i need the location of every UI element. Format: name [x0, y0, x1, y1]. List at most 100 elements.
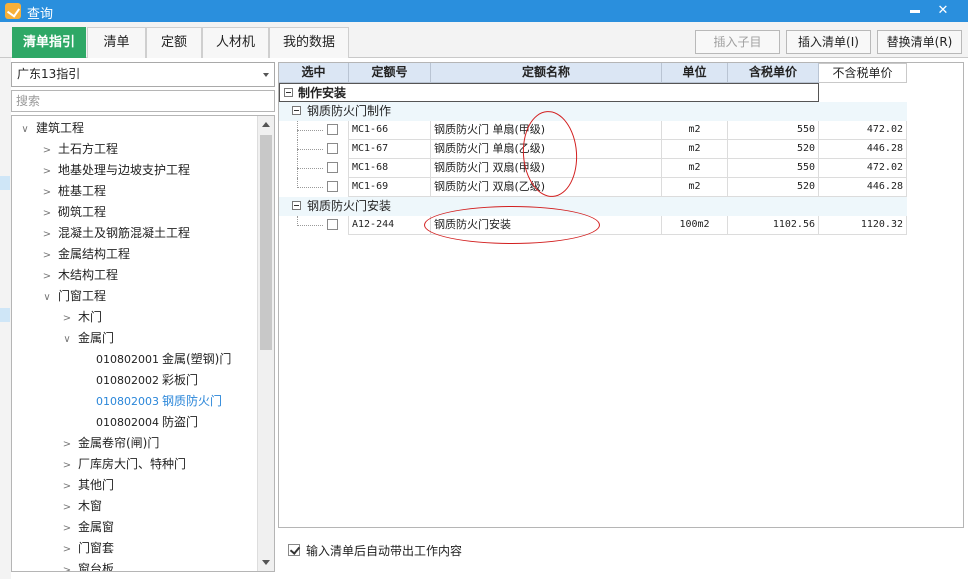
tree-leaf-item[interactable]: 010802003 钢质防火门: [96, 391, 222, 412]
tree-item[interactable]: > 其他门: [60, 475, 114, 496]
chevron-right-icon[interactable]: >: [60, 434, 74, 455]
guide-select[interactable]: 广东13指引: [11, 62, 275, 87]
chevron-right-icon[interactable]: >: [40, 140, 54, 161]
group-row-top[interactable]: 制作安装: [279, 83, 819, 102]
quota-name-main: 钢质防火门 单扇: [434, 142, 515, 155]
tree-item[interactable]: ∨ 金属门: [60, 328, 114, 349]
select-checkbox[interactable]: [327, 143, 338, 154]
select-checkbox[interactable]: [327, 181, 338, 192]
tree-item[interactable]: ∨ 建筑工程: [18, 118, 84, 139]
tax-price: 520: [728, 140, 819, 159]
tree-item-label: 彩板门: [162, 373, 199, 387]
select-cell: [279, 121, 349, 140]
col-header-notax-price[interactable]: 不含税单价: [819, 63, 907, 83]
tree-item-code: 010802001: [96, 353, 159, 366]
minimize-button[interactable]: [904, 1, 926, 21]
tree-item[interactable]: > 木门: [60, 307, 102, 328]
tree-item[interactable]: > 木窗: [60, 496, 102, 517]
tree-item[interactable]: > 桩基工程: [40, 181, 106, 202]
tree-item[interactable]: ∨ 门窗工程: [40, 286, 106, 307]
collapse-icon[interactable]: [292, 106, 301, 115]
auto-content-checkbox[interactable]: [288, 544, 300, 556]
table-row[interactable]: MC1-69 钢质防火门 双扇(乙级) m2 520 446.28: [279, 178, 907, 197]
table-row[interactable]: MC1-66 钢质防火门 单扇(甲级) m2 550 472.02: [279, 121, 907, 140]
tax-price: 520: [728, 178, 819, 197]
tab-list[interactable]: 清单: [87, 27, 146, 58]
insert-list-button[interactable]: 插入清单(I): [786, 30, 871, 54]
chevron-right-icon[interactable]: >: [60, 476, 74, 497]
insert-child-button[interactable]: 插入子目: [695, 30, 780, 54]
tab-list-guide[interactable]: 清单指引: [12, 27, 86, 58]
collapse-icon[interactable]: [292, 201, 301, 210]
chevron-right-icon[interactable]: >: [40, 182, 54, 203]
tree-item[interactable]: > 土石方工程: [40, 139, 118, 160]
tab-quota[interactable]: 定额: [146, 27, 202, 58]
tree-leaf-item[interactable]: 010802004 防盗门: [96, 412, 198, 433]
chevron-right-icon[interactable]: >: [40, 203, 54, 224]
tree-item-code: 010802003: [96, 395, 159, 408]
tax-price: 1102.56: [728, 216, 819, 235]
replace-list-button[interactable]: 替换清单(R): [877, 30, 962, 54]
notax-price: 446.28: [819, 178, 907, 197]
tree-item-label: 厂库房大门、特种门: [78, 457, 187, 471]
chevron-down-icon[interactable]: ∨: [40, 287, 54, 308]
chevron-right-icon[interactable]: >: [60, 455, 74, 476]
chevron-right-icon[interactable]: >: [60, 497, 74, 518]
tree-item[interactable]: > 门窗套: [60, 538, 114, 559]
tree-item[interactable]: > 金属卷帘(闸)门: [60, 433, 160, 455]
chevron-down-icon[interactable]: ∨: [18, 119, 32, 140]
tree-item[interactable]: > 混凝土及钢筋混凝土工程: [40, 223, 190, 244]
tree-item[interactable]: > 木结构工程: [40, 265, 118, 286]
tab-my-data[interactable]: 我的数据: [269, 27, 349, 58]
chevron-right-icon[interactable]: >: [60, 308, 74, 329]
tree-item-label: 窗台板: [78, 562, 115, 572]
footer-bar: 输入清单后自动带出工作内容: [278, 532, 964, 572]
tree-item[interactable]: > 金属结构工程: [40, 244, 130, 265]
window-left-edge: [0, 58, 11, 579]
tree-item[interactable]: > 金属窗: [60, 517, 114, 538]
tree-item-code: 010802002: [96, 374, 159, 387]
select-checkbox[interactable]: [327, 124, 338, 135]
tree-item-label: 金属结构工程: [58, 247, 131, 261]
scroll-down-icon[interactable]: [258, 554, 274, 571]
tree-connector: [297, 149, 323, 150]
col-header-code[interactable]: 定额号: [349, 63, 431, 83]
tree-item-label: 防盗门: [162, 415, 199, 429]
chevron-right-icon[interactable]: >: [60, 518, 74, 539]
tree-connector: [297, 225, 323, 226]
col-header-unit[interactable]: 单位: [662, 63, 728, 83]
quota-name-main: 钢质防火门 单扇: [434, 123, 515, 136]
tree-item-label: 金属门: [78, 331, 115, 345]
chevron-right-icon[interactable]: >: [40, 224, 54, 245]
tree-item[interactable]: > 地基处理与边坡支护工程: [40, 160, 190, 181]
quota-grid: 选中 定额号 定额名称 单位 含税单价 不含税单价 制作安装 钢质防火门制作 MC…: [278, 62, 964, 528]
tree-item[interactable]: > 窗台板: [60, 559, 115, 572]
tree-leaf-item[interactable]: 010802001 金属(塑钢)门: [96, 349, 231, 370]
select-checkbox[interactable]: [327, 219, 338, 230]
tab-labor-material[interactable]: 人材机: [202, 27, 269, 58]
tree-scrollbar[interactable]: [257, 116, 274, 571]
chevron-right-icon[interactable]: >: [60, 539, 74, 560]
tree-item[interactable]: > 砌筑工程: [40, 202, 106, 223]
table-row[interactable]: MC1-67 钢质防火门 单扇(乙级) m2 520 446.28: [279, 140, 907, 159]
chevron-right-icon[interactable]: >: [40, 266, 54, 287]
scroll-up-icon[interactable]: [258, 116, 274, 133]
chevron-down-icon[interactable]: ∨: [60, 329, 74, 350]
col-header-tax-price[interactable]: 含税单价: [728, 63, 819, 83]
tree-leaf-item[interactable]: 010802002 彩板门: [96, 370, 198, 391]
group-row[interactable]: 钢质防火门制作: [279, 102, 907, 121]
chevron-right-icon[interactable]: >: [40, 161, 54, 182]
guide-select-value: 广东13指引: [17, 67, 81, 81]
tree-item[interactable]: > 厂库房大门、特种门: [60, 454, 186, 475]
scroll-thumb[interactable]: [260, 135, 272, 350]
col-header-name[interactable]: 定额名称: [431, 63, 662, 83]
close-button[interactable]: ✕: [932, 1, 954, 21]
group-row[interactable]: 钢质防火门安装: [279, 197, 907, 216]
col-header-select[interactable]: 选中: [279, 63, 349, 83]
collapse-icon[interactable]: [284, 88, 293, 97]
search-input[interactable]: [11, 90, 275, 112]
select-checkbox[interactable]: [327, 162, 338, 173]
chevron-right-icon[interactable]: >: [40, 245, 54, 266]
chevron-right-icon[interactable]: >: [60, 560, 74, 571]
table-row[interactable]: MC1-68 钢质防火门 双扇(甲级) m2 550 472.02: [279, 159, 907, 178]
